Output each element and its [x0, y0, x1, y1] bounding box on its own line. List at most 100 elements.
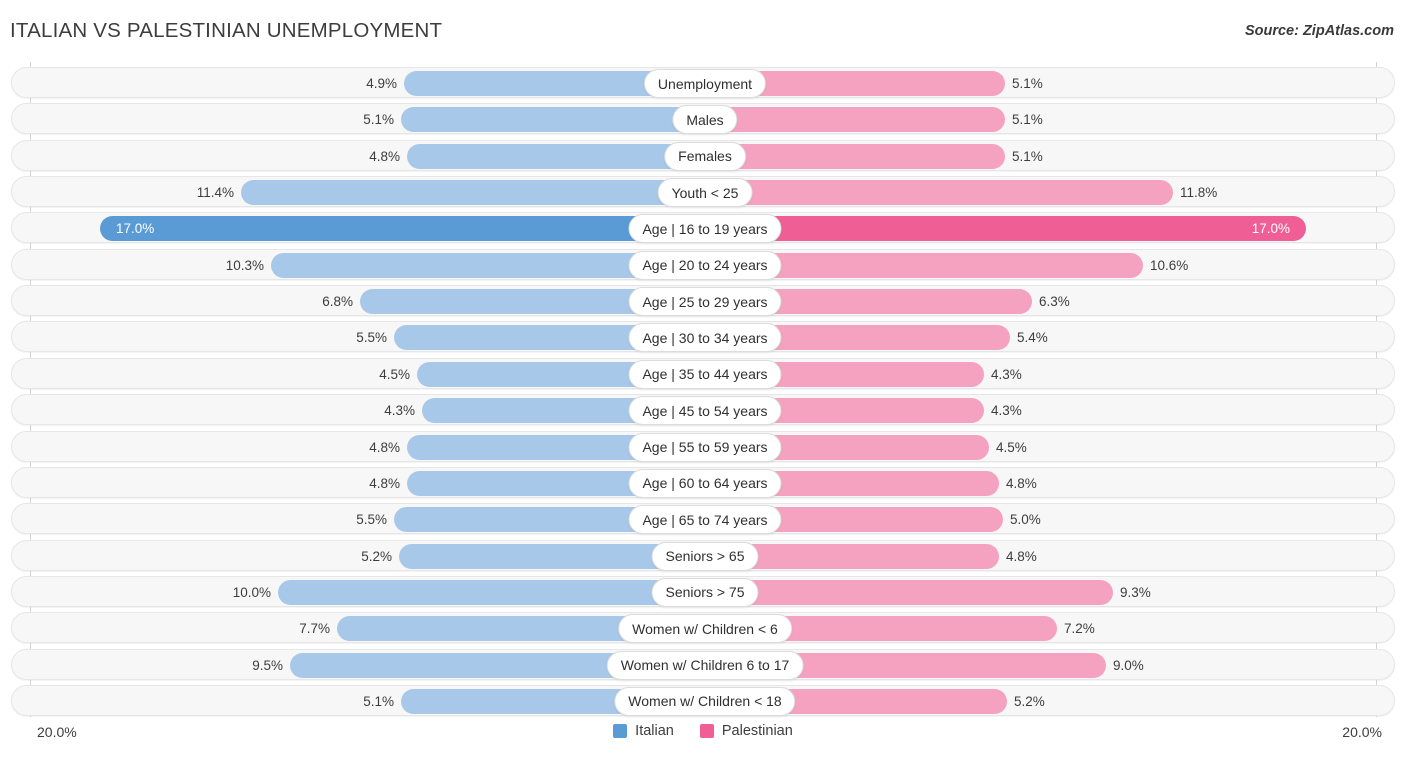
row-content: 4.8% 4.8% Age | 60 to 64 years	[12, 468, 1394, 498]
source-attribution: Source: ZipAtlas.com	[1244, 23, 1394, 39]
page-title: ITALIAN VS PALESTINIAN UNEMPLOYMENT	[10, 19, 443, 42]
row-content: 4.8% 4.5% Age | 55 to 59 years	[12, 432, 1394, 462]
value-label-italian: 17.0%	[116, 221, 155, 237]
row-content: 5.5% 5.4% Age | 30 to 34 years	[12, 322, 1394, 353]
bar-palestinian	[704, 180, 1173, 206]
row-content: 4.8% 5.1% Females	[12, 141, 1394, 171]
bar-palestinian	[704, 216, 1306, 242]
table-row[interactable]: 4.8% 4.5% Age | 55 to 59 years	[11, 430, 1395, 462]
value-label-italian: 4.3%	[384, 403, 415, 419]
category-label-pill: Age | 35 to 44 years	[628, 359, 782, 389]
category-label-pill: Age | 25 to 29 years	[628, 287, 782, 317]
category-label-pill: Females	[664, 141, 746, 171]
category-label-pill: Youth < 25	[657, 178, 753, 208]
category-label-pill: Age | 55 to 59 years	[628, 432, 782, 462]
table-row[interactable]: 10.0% 9.3% Seniors > 75	[11, 575, 1395, 607]
table-row[interactable]: 5.1% 5.1% Males	[11, 103, 1395, 135]
bar-palestinian	[704, 107, 1005, 133]
legend-item-palestinian[interactable]: Palestinian	[699, 723, 793, 739]
row-content: 5.2% 4.8% Seniors > 65	[12, 541, 1394, 571]
value-label-palestinian: 4.8%	[1006, 475, 1037, 491]
category-label-pill: Unemployment	[643, 69, 767, 98]
category-label-pill: Age | 20 to 24 years	[628, 250, 782, 280]
table-row[interactable]: 5.2% 4.8% Seniors > 65	[11, 539, 1395, 571]
value-label-palestinian: 5.1%	[1012, 112, 1043, 128]
value-label-palestinian: 4.8%	[1006, 548, 1037, 564]
value-label-italian: 5.2%	[361, 548, 392, 564]
row-content: 4.5% 4.3% Age | 35 to 44 years	[12, 359, 1394, 389]
value-label-palestinian: 9.3%	[1120, 584, 1151, 600]
table-row[interactable]: 4.3% 4.3% Age | 45 to 54 years	[11, 394, 1395, 426]
table-row[interactable]: 10.3% 10.6% Age | 20 to 24 years	[11, 248, 1395, 280]
row-content: 9.5% 9.0% Women w/ Children 6 to 17	[12, 650, 1394, 680]
bar-italian	[241, 180, 702, 206]
table-row[interactable]: 5.5% 5.4% Age | 30 to 34 years	[11, 321, 1395, 353]
value-label-palestinian: 9.0%	[1113, 657, 1144, 673]
value-label-italian: 5.5%	[356, 512, 387, 528]
legend-item-italian[interactable]: Italian	[613, 723, 674, 739]
value-label-italian: 5.5%	[356, 330, 387, 346]
legend-label-italian: Italian	[635, 723, 674, 739]
category-label-pill: Age | 16 to 19 years	[628, 214, 782, 244]
value-label-italian: 10.0%	[232, 584, 271, 600]
legend-swatch-icon-italian	[613, 724, 628, 738]
value-label-palestinian: 5.1%	[1012, 76, 1043, 91]
chart-page: ITALIAN VS PALESTINIAN UNEMPLOYMENT Sour…	[0, 0, 1406, 757]
table-row[interactable]: 7.7% 7.2% Women w/ Children < 6	[11, 612, 1395, 644]
value-label-italian: 9.5%	[252, 657, 283, 673]
table-row[interactable]: 9.5% 9.0% Women w/ Children 6 to 17	[11, 648, 1395, 680]
category-label-pill: Seniors > 65	[651, 541, 759, 571]
table-row[interactable]: 17.0% 17.0% Age | 16 to 19 years	[11, 212, 1395, 244]
bar-italian	[407, 143, 702, 169]
value-label-palestinian: 5.1%	[1012, 148, 1043, 164]
value-label-italian: 4.8%	[369, 439, 400, 455]
value-label-palestinian: 4.5%	[996, 439, 1027, 455]
value-label-italian: 7.7%	[299, 621, 330, 637]
row-content: 4.3% 4.3% Age | 45 to 54 years	[12, 395, 1394, 426]
bar-italian	[401, 107, 702, 133]
row-content: 11.4% 11.8% Youth < 25	[12, 177, 1394, 208]
row-content: 7.7% 7.2% Women w/ Children < 6	[12, 613, 1394, 644]
value-label-palestinian: 4.3%	[991, 366, 1022, 382]
value-label-italian: 10.3%	[225, 257, 264, 273]
value-label-palestinian: 5.4%	[1017, 330, 1048, 346]
category-label-pill: Seniors > 75	[651, 577, 759, 607]
row-content: 10.0% 9.3% Seniors > 75	[12, 577, 1394, 607]
row-content: 5.1% 5.1% Males	[12, 104, 1394, 135]
legend-label-palestinian: Palestinian	[721, 723, 793, 739]
value-label-palestinian: 17.0%	[1251, 221, 1290, 237]
row-content: 6.8% 6.3% Age | 25 to 29 years	[12, 286, 1394, 317]
table-row[interactable]: 11.4% 11.8% Youth < 25	[11, 176, 1395, 208]
value-label-italian: 6.8%	[322, 294, 353, 310]
value-label-italian: 4.8%	[369, 475, 400, 491]
value-label-palestinian: 6.3%	[1039, 294, 1070, 310]
value-label-palestinian: 5.0%	[1010, 512, 1041, 528]
category-label-pill: Age | 30 to 34 years	[628, 323, 782, 353]
category-label-pill: Age | 65 to 74 years	[628, 505, 782, 535]
bar-italian	[100, 216, 702, 242]
table-row[interactable]: 4.9% 5.1% Unemployment	[11, 67, 1395, 98]
row-content: 5.5% 5.0% Age | 65 to 74 years	[12, 504, 1394, 535]
category-label-pill: Women w/ Children 6 to 17	[606, 650, 804, 680]
value-label-italian: 4.9%	[366, 76, 397, 91]
bar-palestinian	[704, 143, 1005, 169]
value-label-italian: 4.5%	[379, 366, 410, 382]
value-label-palestinian: 4.3%	[991, 403, 1022, 419]
value-label-italian: 5.1%	[363, 693, 394, 709]
chart-legend: Italian Palestinian	[0, 723, 1406, 739]
value-label-palestinian: 11.8%	[1180, 185, 1218, 201]
table-row[interactable]: 4.8% 5.1% Females	[11, 139, 1395, 171]
category-label-pill: Women w/ Children < 6	[618, 614, 792, 644]
bar-palestinian	[704, 579, 1113, 605]
row-content: 4.9% 5.1% Unemployment	[12, 68, 1394, 98]
row-content: 17.0% 17.0% Age | 16 to 19 years	[12, 213, 1394, 244]
table-row[interactable]: 4.8% 4.8% Age | 60 to 64 years	[11, 466, 1395, 498]
value-label-palestinian: 5.2%	[1014, 693, 1045, 709]
category-label-pill: Women w/ Children < 18	[614, 686, 796, 716]
category-label-pill: Age | 45 to 54 years	[628, 396, 782, 426]
value-label-italian: 11.4%	[196, 185, 234, 201]
table-row[interactable]: 6.8% 6.3% Age | 25 to 29 years	[11, 285, 1395, 317]
table-row[interactable]: 4.5% 4.3% Age | 35 to 44 years	[11, 357, 1395, 389]
table-row[interactable]: 5.1% 5.2% Women w/ Children < 18	[11, 684, 1395, 716]
table-row[interactable]: 5.5% 5.0% Age | 65 to 74 years	[11, 503, 1395, 535]
